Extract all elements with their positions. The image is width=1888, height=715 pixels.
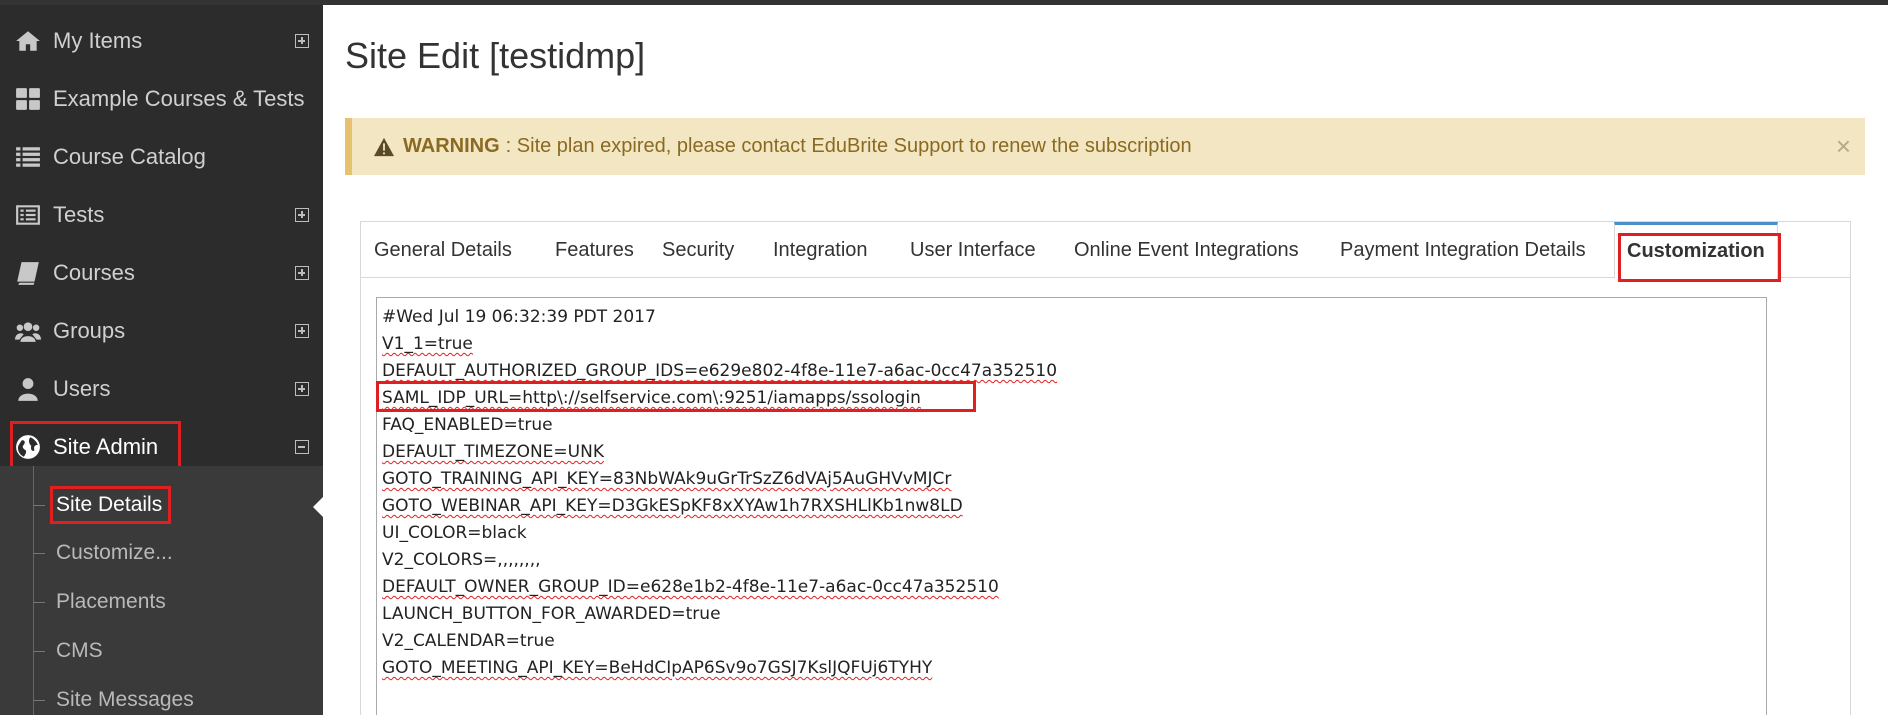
editor-line: DEFAULT_OWNER_GROUP_ID=e628e1b2-4f8e-11e… [382, 574, 1766, 601]
editor-line: GOTO_TRAINING_API_KEY=83NbWAk9uGrTrSzZ6d… [382, 466, 1766, 493]
editor-line: V1_1=true [382, 331, 1766, 358]
editor-line: SAML_IDP_URL=http\://selfservice.com\:92… [382, 385, 1766, 412]
active-pointer-icon [313, 497, 323, 517]
editor-line-text: GOTO_TRAINING_API_KEY=83NbWAk9uGrTrSzZ6d… [382, 469, 952, 489]
page-title: Site Edit [testidmp] [345, 35, 646, 76]
sidebar-item-label: My Items [53, 28, 143, 53]
tab-panel: General Details Features Security Integr… [360, 221, 1851, 715]
user-icon [14, 375, 42, 403]
editor-line: DEFAULT_AUTHORIZED_GROUP_IDS=e629e802-4f… [382, 358, 1766, 385]
warning-alert: WARNING : Site plan expired, please cont… [345, 118, 1865, 175]
tab-bar: General Details Features Security Integr… [361, 222, 1850, 279]
editor-line: V2_COLORS=,,,,,,,, [382, 550, 541, 570]
book-icon [14, 259, 42, 287]
editor-line: LAUNCH_BUTTON_FOR_AWARDED=true [382, 604, 721, 624]
sidebar-item-label: Course Catalog [53, 144, 206, 169]
test-icon [14, 201, 42, 229]
sidebar-item-users[interactable]: Users [0, 360, 323, 418]
sidebar-subnav: Site Details Customize... Placements CMS… [0, 466, 323, 715]
customization-textarea[interactable]: #Wed Jul 19 06:32:39 PDT 2017 V1_1=true … [376, 297, 1767, 715]
tab-general-details[interactable]: General Details [374, 222, 512, 278]
expand-icon[interactable] [295, 208, 309, 222]
main-content: Site Edit [testidmp] WARNING : Site plan… [323, 5, 1888, 715]
tab-security[interactable]: Security [662, 222, 734, 278]
editor-line-text: GOTO_MEETING_API_KEY=BeHdCIpAP6Sv9o7GSJ7… [382, 658, 933, 678]
editor-line: UI_COLOR=black [382, 523, 527, 543]
sidebar-item-label: Tests [53, 202, 105, 227]
sidebar-item-groups[interactable]: Groups [0, 302, 323, 360]
expand-icon[interactable] [295, 324, 309, 338]
grid-icon [14, 85, 42, 113]
tab-customization[interactable]: Customization [1614, 222, 1778, 279]
subnav-item-site-details[interactable]: Site Details [0, 481, 323, 529]
alert-title: WARNING [403, 135, 500, 157]
editor-line-text: V1_1=true [382, 334, 473, 354]
editor-line-text: DEFAULT_TIMEZONE=UNK [382, 442, 604, 462]
sidebar-item-label: Courses [53, 260, 135, 285]
close-icon[interactable]: × [1836, 131, 1851, 162]
subnav-item-label: CMS [56, 639, 103, 662]
editor-line-text: DEFAULT_AUTHORIZED_GROUP_IDS=e629e802-4f… [382, 361, 1058, 381]
editor-line: #Wed Jul 19 06:32:39 PDT 2017 [382, 307, 656, 327]
tab-online-event-integrations[interactable]: Online Event Integrations [1074, 222, 1299, 278]
sidebar-item-course-catalog[interactable]: Course Catalog [0, 128, 323, 186]
editor-line: GOTO_MEETING_API_KEY=BeHdCIpAP6Sv9o7GSJ7… [382, 655, 1766, 682]
subnav-item-cms[interactable]: CMS [0, 627, 323, 675]
sidebar-item-tests[interactable]: Tests [0, 186, 323, 244]
sidebar-item-my-items[interactable]: My Items [0, 12, 323, 70]
expand-icon[interactable] [295, 382, 309, 396]
expand-icon[interactable] [295, 266, 309, 280]
editor-line-text: DEFAULT_OWNER_GROUP_ID=e628e1b2-4f8e-11e… [382, 577, 999, 597]
tab-integration[interactable]: Integration [773, 222, 868, 278]
editor-line: DEFAULT_TIMEZONE=UNK [382, 439, 1766, 466]
group-icon [14, 317, 42, 345]
subnav-item-label: Site Details [56, 493, 163, 516]
sidebar-item-example-courses[interactable]: Example Courses & Tests [0, 70, 323, 128]
tab-features[interactable]: Features [555, 222, 634, 278]
editor-line-text: SAML_IDP_URL=http\://selfservice.com\:92… [382, 388, 921, 408]
editor-line: V2_CALENDAR=true [382, 631, 555, 651]
collapse-icon[interactable] [295, 440, 309, 454]
subnav-item-label: Site Messages [56, 688, 194, 711]
alert-text: : Site plan expired, please contact EduB… [505, 135, 1192, 157]
subnav-item-site-messages[interactable]: Site Messages [0, 676, 323, 715]
tab-payment-integration-details[interactable]: Payment Integration Details [1340, 222, 1586, 278]
editor-line-text: GOTO_WEBINAR_API_KEY=D3GkESpKF8xXYAw1h7R… [382, 496, 963, 516]
sidebar-item-label: Example Courses & Tests [53, 86, 305, 111]
tab-user-interface[interactable]: User Interface [910, 222, 1036, 278]
globe-icon [14, 433, 42, 461]
sidebar-item-label: Site Admin [53, 434, 159, 459]
sidebar-item-label: Users [53, 376, 111, 401]
subnav-item-label: Customize... [56, 541, 173, 564]
home-icon [14, 27, 42, 55]
subnav-item-placements[interactable]: Placements [0, 578, 323, 626]
sidebar-item-courses[interactable]: Courses [0, 244, 323, 302]
subnav-item-label: Placements [56, 590, 166, 613]
expand-icon[interactable] [295, 34, 309, 48]
warning-icon [374, 137, 394, 156]
editor-line: FAQ_ENABLED=true [382, 415, 553, 435]
subnav-item-customize[interactable]: Customize... [0, 529, 323, 577]
sidebar-item-label: Groups [53, 318, 126, 343]
list-icon [14, 143, 42, 171]
editor-line: GOTO_WEBINAR_API_KEY=D3GkESpKF8xXYAw1h7R… [382, 493, 1766, 520]
